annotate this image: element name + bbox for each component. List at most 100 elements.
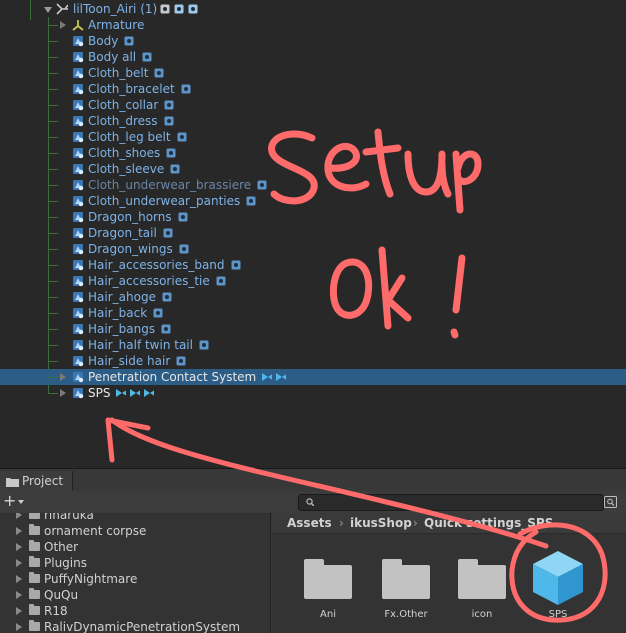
hierarchy-row-root[interactable]: lilToon_Airi (1) <box>0 1 626 17</box>
mesh-object-icon <box>73 84 84 95</box>
hierarchy-row[interactable]: Cloth_belt <box>0 65 626 81</box>
asset-name: icon <box>471 609 493 620</box>
breadcrumb: Assets › ikusShop › Quick settings_SPS <box>272 513 626 534</box>
project-folder-row[interactable]: riharuka <box>0 513 270 523</box>
tree-guide-line <box>48 25 58 26</box>
folder-icon <box>458 559 506 599</box>
contact-component-icon <box>276 373 287 381</box>
expand-arrow-icon[interactable] <box>60 389 66 397</box>
project-folder-label: PuffyNightmare <box>44 572 138 586</box>
mesh-object-icon <box>73 356 84 367</box>
hierarchy-row[interactable]: Dragon_wings <box>0 241 626 257</box>
project-folder-row[interactable]: R18 <box>0 603 270 619</box>
hierarchy-item-label: Cloth_underwear_brassiere <box>88 178 252 192</box>
hierarchy-row[interactable]: Penetration Contact System <box>0 369 626 385</box>
hierarchy-item-label: Body all <box>88 50 137 64</box>
project-folder-tree: riharuka ornament corpse Other Plugins Puffy… <box>0 513 271 633</box>
expand-arrow-icon[interactable] <box>60 21 66 29</box>
project-folder-row[interactable]: RalivDynamicPenetrationSystem <box>0 619 270 633</box>
mesh-object-icon <box>73 164 84 175</box>
hierarchy-row[interactable]: Hair_half twin tail <box>0 337 626 353</box>
hierarchy-row[interactable]: Hair_accessories_band <box>0 257 626 273</box>
project-folder-label: ornament corpse <box>44 524 147 538</box>
component-badge-icon <box>154 68 164 78</box>
project-folder-row[interactable]: PuffyNightmare <box>0 571 270 587</box>
folder-icon <box>382 559 430 599</box>
hierarchy-row[interactable]: Cloth_underwear_panties <box>0 193 626 209</box>
hierarchy-item-label: Hair_side hair <box>88 354 171 368</box>
expand-arrow-icon[interactable] <box>16 591 22 599</box>
expand-arrow-icon[interactable] <box>16 543 22 551</box>
expand-arrow-icon[interactable] <box>16 513 22 519</box>
contact-component-icon <box>116 389 127 397</box>
hierarchy-row[interactable]: Hair_side hair <box>0 353 626 369</box>
folder-icon <box>29 513 40 519</box>
asset-folder-ani[interactable]: Ani <box>298 551 358 621</box>
hierarchy-row[interactable]: Hair_accessories_tie <box>0 273 626 289</box>
asset-prefab-sps[interactable]: SPS <box>528 551 588 621</box>
folder-icon <box>29 524 40 535</box>
hierarchy-item-label: Cloth_dress <box>88 114 158 128</box>
hierarchy-item-label: Hair_accessories_band <box>88 258 225 272</box>
hierarchy-row[interactable]: Hair_ahoge <box>0 289 626 305</box>
project-folder-row[interactable]: ornament corpse <box>0 523 270 539</box>
asset-folder-fx-other[interactable]: Fx.Other <box>376 551 436 621</box>
component-badge-icon <box>163 228 173 238</box>
expand-arrow-icon[interactable] <box>44 7 52 13</box>
hierarchy-row[interactable]: Hair_back <box>0 305 626 321</box>
search-by-type-icon[interactable] <box>604 496 617 508</box>
hierarchy-row[interactable]: Armature <box>0 17 626 33</box>
expand-arrow-icon[interactable] <box>16 623 22 631</box>
component-badge-icon <box>174 4 184 14</box>
hierarchy-row[interactable]: Cloth_sleeve <box>0 161 626 177</box>
expand-arrow-icon[interactable] <box>60 373 66 381</box>
tree-guide-line <box>48 233 58 234</box>
hierarchy-item-label: Cloth_bracelet <box>88 82 175 96</box>
hierarchy-item-label: Dragon_horns <box>88 210 172 224</box>
breadcrumb-quick-settings[interactable]: Quick settings_SPS <box>424 516 553 530</box>
hierarchy-row[interactable]: Body <box>0 33 626 49</box>
project-folder-row[interactable]: Plugins <box>0 555 270 571</box>
hierarchy-item-label: Hair_half twin tail <box>88 338 193 352</box>
hierarchy-item-label: Hair_back <box>88 306 148 320</box>
hierarchy-row[interactable]: Cloth_shoes <box>0 145 626 161</box>
hierarchy-row[interactable]: Dragon_tail <box>0 225 626 241</box>
component-badge-icon <box>124 36 134 46</box>
mesh-object-icon <box>73 180 84 191</box>
hierarchy-root-label: lilToon_Airi (1) <box>73 2 158 16</box>
hierarchy-row[interactable]: Cloth_bracelet <box>0 81 626 97</box>
expand-arrow-icon[interactable] <box>16 607 22 615</box>
component-badge-icon <box>179 244 189 254</box>
add-button[interactable]: + <box>3 491 16 511</box>
breadcrumb-assets[interactable]: Assets <box>287 516 332 530</box>
mesh-object-icon <box>73 212 84 223</box>
hierarchy-row[interactable]: Cloth_dress <box>0 113 626 129</box>
expand-arrow-icon[interactable] <box>16 559 22 567</box>
project-folder-row[interactable]: Other <box>0 539 270 555</box>
hierarchy-row[interactable]: Hair_bangs <box>0 321 626 337</box>
search-input[interactable] <box>298 494 604 511</box>
tree-guide-line <box>48 377 58 378</box>
tree-guide-line <box>48 281 58 282</box>
mesh-object-icon <box>73 196 84 207</box>
hierarchy-row[interactable]: SPS <box>0 385 626 401</box>
component-badge-icon <box>176 356 186 366</box>
hierarchy-row[interactable]: Cloth_underwear_brassiere <box>0 177 626 193</box>
hierarchy-row[interactable]: Cloth_collar <box>0 97 626 113</box>
asset-folder-icon[interactable]: icon <box>452 551 512 621</box>
contact-component-icon <box>144 389 155 397</box>
folder-icon <box>29 620 40 631</box>
expand-arrow-icon[interactable] <box>16 575 22 583</box>
hierarchy-item-label: Cloth_leg belt <box>88 130 171 144</box>
breadcrumb-ikusshop[interactable]: ikusShop <box>350 516 412 530</box>
expand-arrow-icon[interactable] <box>16 527 22 535</box>
hierarchy-row[interactable]: Cloth_leg belt <box>0 129 626 145</box>
hierarchy-row[interactable]: Dragon_horns <box>0 209 626 225</box>
tab-project[interactable]: Project <box>0 471 73 493</box>
mesh-object-icon <box>73 116 84 127</box>
component-badge-icon <box>181 84 191 94</box>
hierarchy-row[interactable]: Body all <box>0 49 626 65</box>
chevron-down-icon[interactable] <box>18 500 24 504</box>
mesh-object-icon <box>73 228 84 239</box>
project-folder-row[interactable]: QuQu <box>0 587 270 603</box>
